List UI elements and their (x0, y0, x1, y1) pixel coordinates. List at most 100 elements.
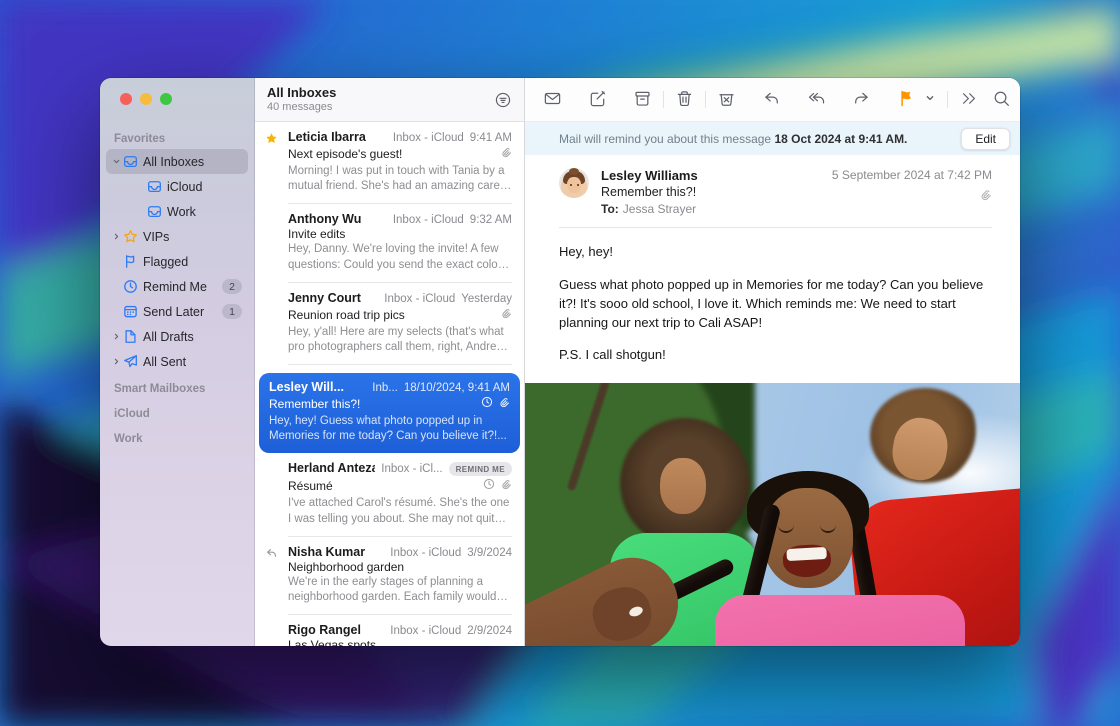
sidebar: FavoritesAll InboxesiCloud Work VIPs Flagge… (100, 78, 255, 646)
message-time: 9:32 AM (470, 214, 512, 226)
mail-window: FavoritesAll InboxesiCloud Work VIPs Flagge… (100, 78, 1020, 646)
flag-button[interactable] (893, 85, 920, 115)
message-sender: Leticia Ibarra (288, 130, 387, 144)
message-subject: Next episode's guest! (288, 147, 500, 161)
minimize-window-button[interactable] (140, 93, 152, 105)
paperclip-icon (500, 306, 512, 324)
sidebar-items: FavoritesAll InboxesiCloud Work VIPs Flagge… (100, 124, 254, 646)
gutter-spacer (255, 212, 288, 282)
chevron-down-icon[interactable] (110, 157, 123, 166)
list-item[interactable]: Rigo RangelInbox - iCloud2/9/2024Las Veg… (255, 615, 524, 646)
message-sender: Rigo Rangel (288, 623, 384, 637)
window-controls (120, 93, 172, 105)
inbox-icon (147, 179, 167, 194)
chevron-right-icon[interactable] (110, 357, 123, 366)
chevron-right-icon[interactable] (110, 332, 123, 341)
zoom-window-button[interactable] (160, 93, 172, 105)
search-button[interactable] (988, 85, 1015, 115)
sender-avatar (559, 168, 589, 198)
paperclip-icon (500, 145, 512, 163)
sidebar-item-label: All Drafts (143, 330, 242, 344)
list-item-selected[interactable]: Lesley Will...Inb...18/10/2024, 9:41 AMR… (255, 365, 524, 453)
sidebar-item-label: Flagged (143, 255, 242, 269)
filter-icon[interactable] (494, 91, 512, 109)
list-item[interactable]: Jenny CourtInbox - iCloudYesterdayReunio… (255, 283, 524, 365)
search-icon (992, 89, 1011, 111)
sidebar-item-icloud[interactable]: iCloud (130, 174, 248, 199)
message-list-pane: All Inboxes 40 messages Leticia Ibarra In… (255, 78, 525, 646)
list-item[interactable]: Leticia Ibarra Inbox - iCloud 9:41 AM Next … (255, 122, 524, 204)
message-paragraph: Hey, hey! (559, 243, 986, 262)
toolbar-separator (947, 91, 948, 108)
message-mailbox: Inbox - iCloud (390, 547, 461, 559)
close-window-button[interactable] (120, 93, 132, 105)
chevron-right-icon[interactable] (110, 232, 123, 241)
sidebar-item-label: Work (167, 205, 242, 219)
message-row-body: Leticia Ibarra Inbox - iCloud 9:41 AM Next … (288, 130, 512, 204)
compose-button[interactable] (584, 85, 611, 115)
message-list-header: All Inboxes 40 messages (255, 78, 524, 122)
envelope-icon (543, 89, 562, 111)
archive-icon (633, 89, 652, 111)
get-mail-button[interactable] (539, 85, 566, 115)
message-time: Yesterday (461, 293, 512, 305)
recipient-name[interactable]: Jessa Strayer (623, 202, 696, 216)
more-toolbar-button[interactable] (955, 85, 982, 115)
message-body: Hey, hey!Guess what photo popped up in M… (525, 228, 1020, 383)
sidebar-item-send-later[interactable]: Send Later1 (106, 299, 248, 324)
flag-filled-icon (897, 89, 916, 111)
edit-reminder-button[interactable]: Edit (961, 128, 1010, 150)
message-mailbox: Inb... (372, 382, 398, 394)
archive-button[interactable] (629, 85, 656, 115)
gutter-spacer (255, 623, 288, 646)
flag-outline-icon (123, 254, 143, 269)
message-count: 40 messages (267, 101, 494, 113)
double-chevron-icon (959, 89, 978, 111)
inbox-icon (147, 204, 167, 219)
star-icon (123, 229, 143, 244)
message-mailbox: Inbox - iCloud (390, 625, 461, 637)
message-preview: We're in the early stages of planning a … (288, 575, 512, 605)
reply-indicator-icon (255, 545, 288, 615)
message-row-body: Lesley Will...Inb...18/10/2024, 9:41 AMR… (259, 373, 520, 453)
to-label: To: (601, 202, 619, 216)
list-item[interactable]: Anthony WuInbox - iCloud9:32 AMInvite ed… (255, 204, 524, 282)
sidebar-item-vips[interactable]: VIPs (106, 224, 248, 249)
message-sender: Lesley Will... (269, 380, 366, 394)
remind-banner: Mail will remind you about this message … (525, 122, 1020, 155)
flag-menu-button[interactable] (920, 88, 940, 111)
sidebar-item-all-drafts[interactable]: All Drafts (106, 324, 248, 349)
message-time: 3/9/2024 (467, 547, 512, 559)
forward-icon (852, 89, 871, 111)
sidebar-item-flagged[interactable]: Flagged (106, 249, 248, 274)
message-mailbox: Inbox - iCloud (393, 132, 464, 144)
list-item[interactable]: Herland AntezanaInbox - iCl...REMIND MER… (255, 453, 524, 536)
message-preview: Morning! I was put in touch with Tania b… (288, 164, 512, 194)
sidebar-section-title: Favorites (106, 124, 248, 149)
clock-icon (123, 279, 143, 294)
message-time: 9:41 AM (470, 132, 512, 144)
forward-button[interactable] (848, 85, 875, 115)
sidebar-item-all-inboxes[interactable]: All Inboxes (106, 149, 248, 174)
sidebar-item-work[interactable]: Work (130, 199, 248, 224)
message-date: 5 September 2024 at 7:42 PM (832, 168, 992, 182)
sidebar-item-label: Remind Me (143, 280, 222, 294)
inbox-tray-icon (123, 154, 143, 169)
junk-button[interactable] (713, 85, 740, 115)
message-photo[interactable] (525, 383, 1020, 646)
document-icon (123, 329, 143, 344)
sidebar-item-label: Send Later (143, 305, 222, 319)
reply-icon (762, 89, 781, 111)
message-rows: Leticia Ibarra Inbox - iCloud 9:41 AM Next … (255, 122, 524, 646)
reply-all-button[interactable] (803, 85, 830, 115)
gutter-spacer (255, 461, 288, 536)
list-item[interactable]: Nisha KumarInbox - iCloud3/9/2024Neighbo… (255, 537, 524, 615)
sidebar-item-all-sent[interactable]: All Sent (106, 349, 248, 374)
message-sender: Nisha Kumar (288, 545, 384, 559)
message-sender: Jenny Court (288, 291, 378, 305)
delete-button[interactable] (671, 85, 698, 115)
reply-button[interactable] (758, 85, 785, 115)
sidebar-item-remind-me[interactable]: Remind Me2 (106, 274, 248, 299)
attachment-paperclip-icon (979, 188, 992, 206)
clock-icon (483, 477, 495, 495)
